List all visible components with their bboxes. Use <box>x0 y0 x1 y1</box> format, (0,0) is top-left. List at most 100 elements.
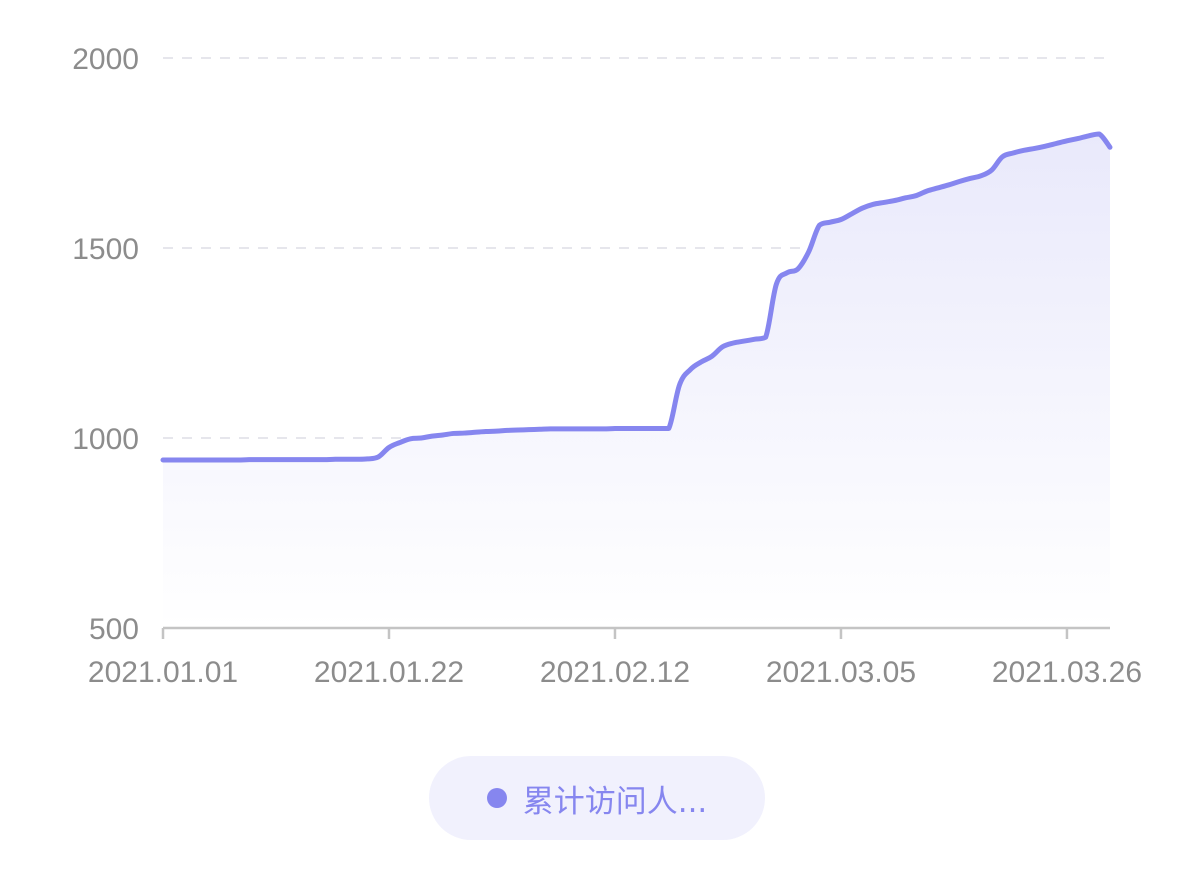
data-point[interactable] <box>332 456 338 462</box>
data-point[interactable] <box>343 456 349 462</box>
data-point[interactable] <box>720 344 726 350</box>
data-point[interactable] <box>709 353 715 359</box>
data-point[interactable] <box>1010 150 1016 156</box>
data-point[interactable] <box>892 198 898 204</box>
data-point[interactable] <box>1107 144 1113 150</box>
data-point[interactable] <box>1053 141 1059 147</box>
data-point[interactable] <box>935 185 941 191</box>
data-point[interactable] <box>440 432 446 438</box>
data-point[interactable] <box>461 430 467 436</box>
data-point[interactable] <box>537 426 543 432</box>
data-point[interactable] <box>677 382 683 388</box>
data-point[interactable] <box>547 426 553 432</box>
data-point[interactable] <box>375 454 381 460</box>
data-point[interactable] <box>1085 133 1091 139</box>
data-point[interactable] <box>827 219 833 225</box>
x-tick-label: 2021.03.05 <box>766 656 916 689</box>
data-point[interactable] <box>655 426 661 432</box>
data-point[interactable] <box>235 457 241 463</box>
data-point[interactable] <box>580 426 586 432</box>
data-point[interactable] <box>171 457 177 463</box>
y-tick-label: 1000 <box>72 423 139 456</box>
data-point[interactable] <box>763 334 769 340</box>
data-point[interactable] <box>687 367 693 373</box>
data-point[interactable] <box>1096 131 1102 137</box>
data-point[interactable] <box>913 193 919 199</box>
data-point[interactable] <box>289 457 295 463</box>
data-point[interactable] <box>989 167 995 173</box>
data-point[interactable] <box>429 433 435 439</box>
data-point[interactable] <box>903 195 909 201</box>
data-point[interactable] <box>644 426 650 432</box>
data-point[interactable] <box>870 201 876 207</box>
data-point[interactable] <box>978 173 984 179</box>
data-point[interactable] <box>752 336 758 342</box>
data-point[interactable] <box>698 359 704 365</box>
data-point[interactable] <box>601 426 607 432</box>
data-point[interactable] <box>999 154 1005 160</box>
data-point[interactable] <box>967 175 973 181</box>
data-point[interactable] <box>364 456 370 462</box>
data-point[interactable] <box>397 440 403 446</box>
data-point[interactable] <box>203 457 209 463</box>
data-point[interactable] <box>386 445 392 451</box>
data-point[interactable] <box>278 457 284 463</box>
series-area-fill <box>163 134 1110 628</box>
y-tick-label: 2000 <box>72 43 139 76</box>
data-point[interactable] <box>590 426 596 432</box>
data-point[interactable] <box>558 426 564 432</box>
data-point[interactable] <box>666 426 672 432</box>
legend-label: 累计访问人... <box>522 783 708 820</box>
data-point[interactable] <box>1064 138 1070 144</box>
data-point[interactable] <box>311 457 317 463</box>
data-point[interactable] <box>408 436 414 442</box>
data-point[interactable] <box>881 199 887 205</box>
legend-item[interactable]: 累计访问人... <box>429 756 765 840</box>
data-point[interactable] <box>418 435 424 441</box>
data-point[interactable] <box>956 179 962 185</box>
data-point[interactable] <box>924 188 930 194</box>
data-point[interactable] <box>612 426 618 432</box>
data-point[interactable] <box>816 222 822 228</box>
data-point[interactable] <box>946 182 952 188</box>
data-point[interactable] <box>838 217 844 223</box>
data-point[interactable] <box>321 457 327 463</box>
data-point[interactable] <box>773 281 779 287</box>
data-point[interactable] <box>849 211 855 217</box>
data-point[interactable] <box>806 249 812 255</box>
data-point[interactable] <box>257 457 263 463</box>
data-point[interactable] <box>451 430 457 436</box>
x-tick-label: 2021.03.26 <box>992 656 1142 689</box>
data-point[interactable] <box>225 457 231 463</box>
data-point[interactable] <box>268 457 274 463</box>
data-point[interactable] <box>354 456 360 462</box>
data-point[interactable] <box>1075 136 1081 142</box>
data-point[interactable] <box>741 338 747 344</box>
data-point[interactable] <box>1032 145 1038 151</box>
data-point[interactable] <box>483 429 489 435</box>
data-point[interactable] <box>192 457 198 463</box>
data-point[interactable] <box>623 426 629 432</box>
data-point[interactable] <box>1021 147 1027 153</box>
data-point[interactable] <box>300 457 306 463</box>
data-point[interactable] <box>246 457 252 463</box>
data-point[interactable] <box>214 457 220 463</box>
data-point[interactable] <box>160 457 166 463</box>
data-point[interactable] <box>526 427 532 433</box>
data-point[interactable] <box>784 270 790 276</box>
data-point[interactable] <box>1042 143 1048 149</box>
data-point[interactable] <box>494 428 500 434</box>
data-point[interactable] <box>472 429 478 435</box>
data-point[interactable] <box>730 340 736 346</box>
series-area-layer <box>160 131 1113 628</box>
data-point[interactable] <box>182 457 188 463</box>
data-point[interactable] <box>515 427 521 433</box>
x-axis-tick-labels: 2021.01.01 2021.01.22 2021.02.12 2021.03.05… <box>88 656 1142 689</box>
data-point[interactable] <box>504 427 510 433</box>
data-point[interactable] <box>634 426 640 432</box>
y-tick-label: 1500 <box>72 233 139 266</box>
data-point[interactable] <box>859 205 865 211</box>
data-point[interactable] <box>795 266 801 272</box>
data-point[interactable] <box>569 426 575 432</box>
legend-dot-icon <box>486 788 507 808</box>
